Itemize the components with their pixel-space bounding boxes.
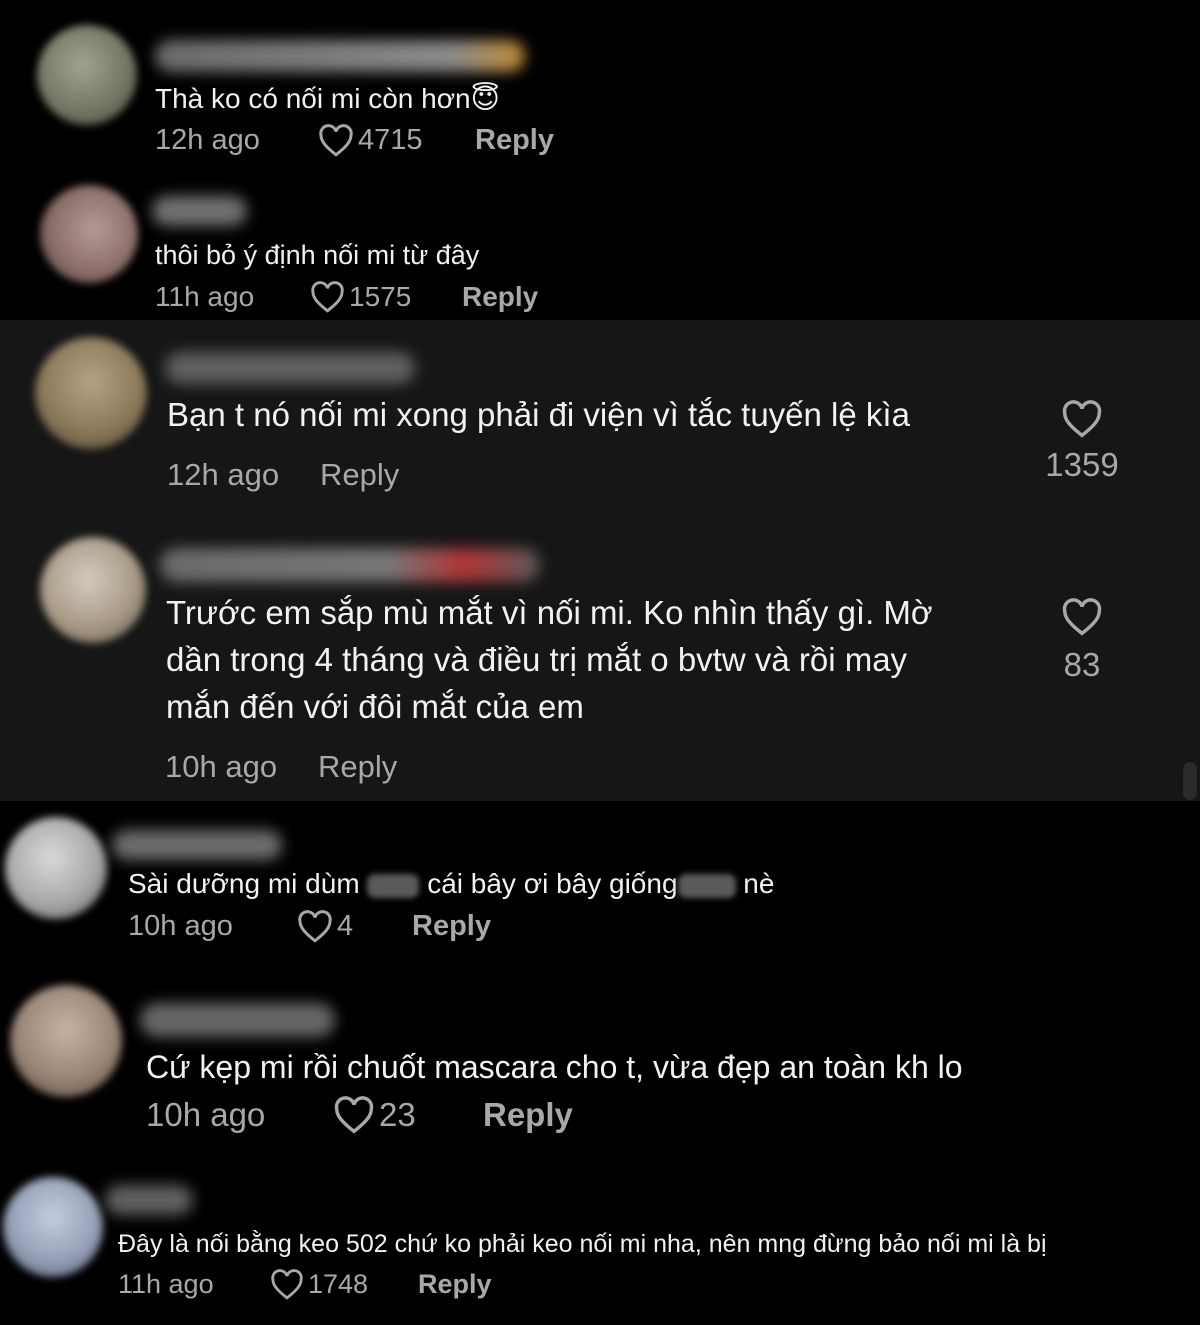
comment-text-line: mắn đến với đôi mắt của em — [166, 688, 584, 725]
comment-text: Bạn t nó nối mi xong phải đi viện vì tắc… — [167, 396, 910, 433]
comment-text: Thà ko có nối mi còn hơn😇 — [155, 83, 500, 114]
like-count: 1748 — [308, 1269, 369, 1299]
smiling-angel-emoji: 😇 — [470, 83, 500, 114]
comment-timestamp: 12h ago — [155, 124, 260, 156]
like-count: 1359 — [1045, 446, 1119, 483]
like-button[interactable]: 4715 — [318, 124, 423, 157]
heart-outline-icon — [271, 1269, 303, 1300]
comment-text: thôi bỏ ý định nối mi từ đây — [155, 240, 480, 270]
avatar[interactable] — [35, 337, 147, 449]
censored-text — [367, 873, 420, 898]
avatar[interactable] — [10, 985, 122, 1097]
like-button[interactable]: 83 — [1042, 598, 1122, 684]
username[interactable] — [160, 548, 540, 582]
comment-timestamp: 10h ago — [165, 749, 278, 784]
comment-timestamp: 10h ago — [146, 1096, 266, 1133]
comment-text-line: Trước em sắp mù mắt vì nối mi. Ko nhìn t… — [166, 594, 933, 631]
username[interactable] — [105, 1185, 193, 1215]
avatar[interactable] — [37, 25, 137, 125]
like-button[interactable]: 1359 — [1042, 400, 1122, 484]
comment-timestamp: 12h ago — [167, 457, 280, 492]
like-button[interactable]: 1748 — [270, 1269, 368, 1300]
like-count: 83 — [1063, 646, 1101, 683]
like-count: 1575 — [349, 281, 412, 312]
comment-text: Đây là nối bằng keo 502 chứ ko phải keo … — [118, 1230, 1047, 1258]
avatar[interactable] — [5, 817, 107, 919]
username[interactable] — [140, 1003, 335, 1037]
username[interactable] — [112, 830, 282, 860]
avatar[interactable] — [40, 185, 138, 283]
username[interactable] — [152, 196, 247, 226]
reply-button[interactable]: Reply — [483, 1096, 573, 1134]
heart-outline-icon — [1062, 598, 1102, 636]
like-count: 23 — [379, 1096, 416, 1133]
heart-outline-icon — [311, 281, 344, 313]
comment-text: Cứ kẹp mi rồi chuốt mascara cho t, vừa đ… — [146, 1049, 963, 1085]
like-button[interactable]: 23 — [333, 1096, 416, 1134]
heart-outline-icon — [319, 124, 353, 157]
scrollbar-thumb[interactable] — [1183, 762, 1197, 800]
comment-timestamp: 11h ago — [155, 281, 255, 312]
comment-timestamp: 10h ago — [128, 910, 233, 942]
censored-text — [677, 873, 736, 898]
reply-button[interactable]: Reply — [418, 1269, 492, 1300]
reply-button[interactable]: Reply — [475, 124, 554, 157]
reply-button[interactable]: Reply — [320, 457, 399, 493]
username[interactable] — [165, 352, 415, 384]
heart-outline-icon — [1062, 400, 1102, 438]
comment-timestamp: 11h ago — [118, 1269, 214, 1299]
like-count: 4715 — [358, 124, 423, 156]
like-button[interactable]: 1575 — [310, 281, 411, 313]
like-count: 4 — [337, 910, 354, 942]
reply-button[interactable]: Reply — [318, 749, 397, 785]
reply-button[interactable]: Reply — [462, 281, 538, 313]
comment-text: Sài dưỡng mi dùm cái bây ơi bây giống nè — [128, 868, 775, 899]
avatar[interactable] — [40, 537, 146, 643]
heart-outline-icon — [334, 1096, 374, 1134]
reply-button[interactable]: Reply — [412, 910, 491, 943]
like-button[interactable]: 4 — [297, 910, 353, 943]
comment-text-line: dần trong 4 tháng và điều trị mắt o bvtw… — [166, 641, 908, 678]
heart-outline-icon — [298, 910, 332, 943]
username[interactable] — [155, 40, 525, 72]
avatar[interactable] — [3, 1177, 103, 1277]
